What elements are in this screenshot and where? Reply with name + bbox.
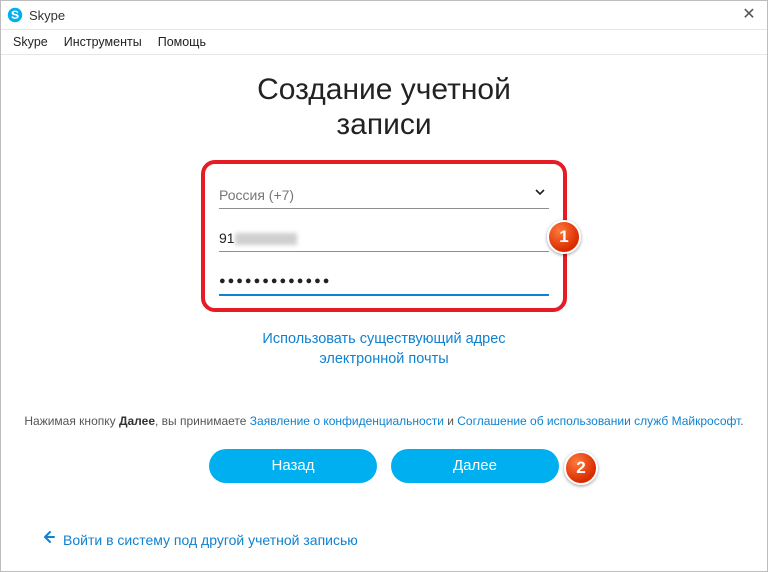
skype-window: Skype ✕ Skype Инструменты Помощь Создани…	[0, 0, 768, 572]
privacy-statement-link[interactable]: Заявление о конфиденциальности	[250, 414, 444, 428]
button-row: Назад Далее 2	[1, 449, 767, 483]
legal-text: Нажимая кнопку Далее, вы принимаете Заяв…	[1, 413, 767, 430]
annotation-badge-2: 2	[564, 451, 598, 485]
content-area: Создание учетной записи Россия (+7) 91	[1, 55, 767, 483]
legal-bold-next: Далее	[119, 414, 155, 428]
use-email-line1: Использовать существующий адрес	[262, 331, 505, 347]
legal-mid1: , вы принимаете	[155, 414, 250, 428]
legal-suffix: .	[740, 414, 743, 428]
menu-skype[interactable]: Skype	[5, 33, 56, 51]
close-button[interactable]: ✕	[739, 5, 759, 25]
chevron-down-icon	[531, 185, 549, 208]
back-button[interactable]: Назад	[209, 449, 377, 483]
arrow-left-icon	[41, 530, 55, 549]
menu-help[interactable]: Помощь	[150, 33, 214, 51]
menu-bar: Skype Инструменты Помощь	[1, 30, 767, 55]
title-bar: Skype ✕	[1, 1, 767, 30]
menu-tools[interactable]: Инструменты	[56, 33, 150, 51]
next-button[interactable]: Далее	[391, 449, 559, 483]
signup-form: Россия (+7) 91 ●●●●●●●●●●●●●	[201, 160, 567, 312]
sign-in-other-account-label: Войти в систему под другой учетной запис…	[63, 532, 358, 548]
skype-icon	[7, 7, 23, 23]
country-code-label: Россия (+7)	[219, 187, 531, 208]
phone-number-redacted	[235, 233, 297, 245]
page-title: Создание учетной записи	[1, 73, 767, 142]
phone-number-prefix: 91	[219, 230, 235, 246]
use-existing-email-block: Использовать существующий адрес электрон…	[1, 330, 767, 369]
use-email-line2: электронной почты	[319, 351, 448, 367]
country-code-select[interactable]: Россия (+7)	[219, 174, 549, 209]
use-existing-email-link[interactable]: Использовать существующий адрес электрон…	[262, 330, 505, 369]
legal-mid2: и	[444, 414, 457, 428]
phone-number-input[interactable]: 91	[219, 217, 549, 252]
legal-prefix: Нажимая кнопку	[24, 414, 119, 428]
services-agreement-link[interactable]: Соглашение об использовании служб Майкро…	[457, 414, 740, 428]
annotation-badge-1: 1	[547, 220, 581, 254]
signup-form-highlight: Россия (+7) 91 ●●●●●●●●●●●●● 1	[201, 160, 567, 312]
password-input[interactable]: ●●●●●●●●●●●●●	[219, 260, 549, 296]
window-title: Skype	[29, 8, 65, 23]
phone-number-value: 91	[219, 230, 549, 251]
page-title-line2: записи	[336, 108, 431, 141]
sign-in-other-account-link[interactable]: Войти в систему под другой учетной запис…	[41, 530, 358, 549]
page-title-line1: Создание учетной	[257, 73, 511, 106]
password-value: ●●●●●●●●●●●●●	[219, 275, 549, 294]
